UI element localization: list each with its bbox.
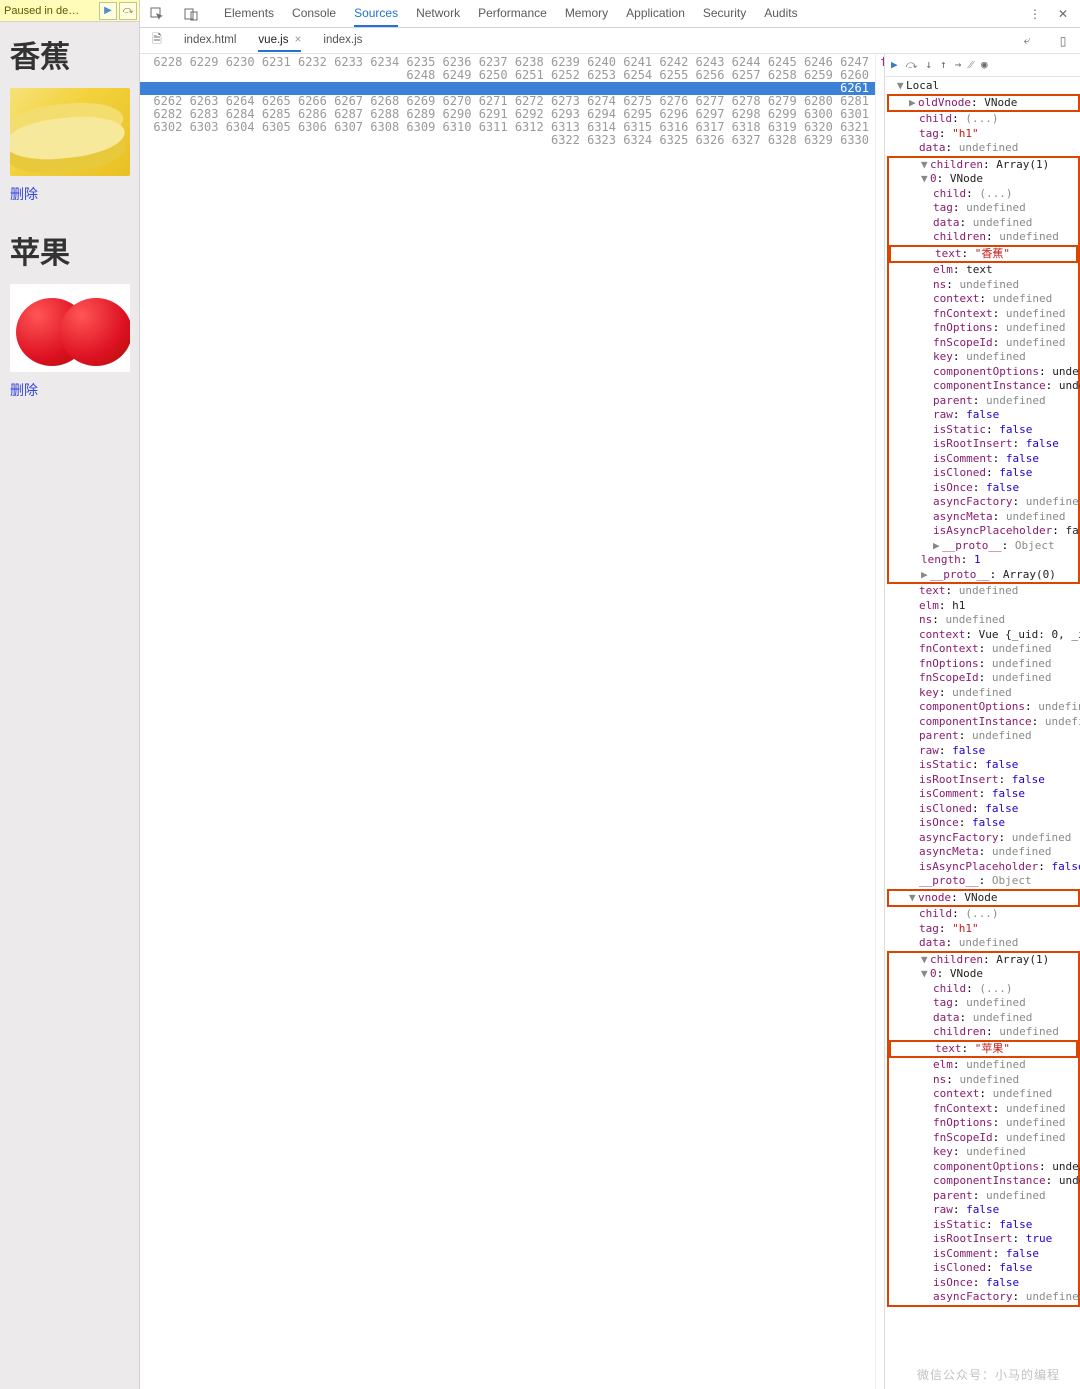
step-button[interactable]: ⤼ bbox=[119, 2, 137, 20]
tab-console[interactable]: Console bbox=[292, 0, 336, 27]
tab-security[interactable]: Security bbox=[703, 0, 746, 27]
tab-network[interactable]: Network bbox=[416, 0, 460, 27]
banana-image bbox=[10, 88, 130, 176]
file-tab-index-js[interactable]: index.js bbox=[323, 29, 362, 52]
debugger-controls: ▶ ⤼ ↓ ↑ → ⁄⁄ ◉ bbox=[885, 54, 1080, 77]
apple-image bbox=[10, 284, 130, 372]
panel-tabs: Elements Console Sources Network Performance… bbox=[216, 0, 1010, 27]
delete-link-1[interactable]: 删除 bbox=[0, 182, 139, 218]
more-icon[interactable]: ⋮ bbox=[1026, 5, 1044, 23]
app-preview: Paused in de… ▶ ⤼ 香蕉 删除 苹果 删除 bbox=[0, 0, 140, 1389]
devtools-toolbar: Elements Console Sources Network Performance… bbox=[140, 0, 1080, 28]
line-gutter: 6228 6229 6230 6231 6232 6233 6234 6235 … bbox=[140, 54, 876, 1389]
pause-bar: Paused in de… ▶ ⤼ bbox=[0, 0, 139, 22]
inspect-icon[interactable] bbox=[148, 5, 166, 23]
pause-label: Paused in de… bbox=[0, 5, 99, 17]
resume-icon[interactable]: ▶ bbox=[891, 58, 898, 72]
title-banana: 香蕉 bbox=[0, 22, 139, 82]
sidebar-toggle-icon[interactable]: ▯ bbox=[1054, 32, 1072, 50]
code-editor[interactable]: 6228 6229 6230 6231 6232 6233 6234 6235 … bbox=[140, 54, 885, 1389]
file-tab-index-html[interactable]: index.html bbox=[184, 29, 236, 52]
devtools: Elements Console Sources Network Performance… bbox=[140, 0, 1080, 1389]
tab-audits[interactable]: Audits bbox=[764, 0, 797, 27]
wrap-icon[interactable]: ⤶ bbox=[1018, 32, 1036, 50]
code-content: function checkDuplicateKeys (children) {… bbox=[876, 54, 884, 1389]
pause-exc-icon[interactable]: ◉ bbox=[981, 58, 988, 72]
file-tab-vue-js[interactable]: vue.js × bbox=[258, 29, 301, 52]
tab-sources[interactable]: Sources bbox=[354, 0, 398, 27]
delete-link-2[interactable]: 删除 bbox=[0, 378, 139, 414]
file-tab-bar: 🗎 index.html vue.js × index.js ⤶ ▯ bbox=[140, 28, 1080, 54]
tab-memory[interactable]: Memory bbox=[565, 0, 608, 27]
step-over-icon[interactable]: ⤼ bbox=[906, 58, 918, 72]
device-toggle-icon[interactable] bbox=[182, 5, 200, 23]
tab-performance[interactable]: Performance bbox=[478, 0, 547, 27]
close-icon[interactable]: ✕ bbox=[1054, 5, 1072, 23]
step-out-icon[interactable]: ↑ bbox=[940, 58, 947, 72]
scope-panel: ▶ ⤼ ↓ ↑ → ⁄⁄ ◉ ▼Local▶oldVnode: VNodechi… bbox=[885, 54, 1080, 1389]
tab-application[interactable]: Application bbox=[626, 0, 685, 27]
watermark: 微信公众号：小马的编程 bbox=[917, 1366, 1060, 1383]
page-icon[interactable]: 🗎 bbox=[148, 32, 166, 50]
title-apple: 苹果 bbox=[0, 218, 139, 278]
scope-variables[interactable]: ▼Local▶oldVnode: VNodechild: (...)tag: "… bbox=[885, 77, 1080, 1389]
deactivate-bp-icon[interactable]: ⁄⁄ bbox=[969, 58, 973, 72]
step-into-icon[interactable]: ↓ bbox=[925, 58, 932, 72]
step-icon[interactable]: → bbox=[955, 58, 962, 72]
resume-button[interactable]: ▶ bbox=[99, 2, 117, 20]
tab-elements[interactable]: Elements bbox=[224, 0, 274, 27]
